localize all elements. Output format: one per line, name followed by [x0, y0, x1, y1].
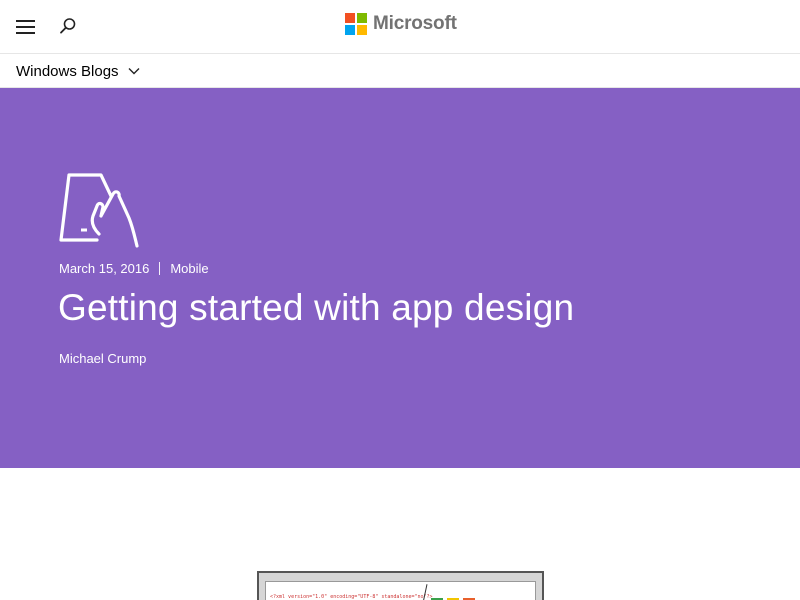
image-code-text: <?xml version="1.0" encoding="UTF-8" sta…: [270, 594, 433, 600]
post-date: March 15, 2016: [59, 261, 150, 276]
image-frame: <?xml version="1.0" encoding="UTF-8" sta…: [265, 581, 536, 600]
windows-blogs-dropdown[interactable]: Windows Blogs: [16, 54, 141, 88]
microsoft-logo[interactable]: Microsoft: [345, 12, 457, 36]
search-icon[interactable]: [56, 14, 80, 38]
mobile-tap-icon: [59, 173, 139, 248]
top-header: Microsoft: [0, 0, 800, 54]
page-title: Getting started with app design: [58, 287, 575, 328]
post-meta: March 15, 2016 Mobile: [59, 261, 209, 276]
microsoft-logo-text: Microsoft: [373, 13, 457, 34]
hamburger-menu-icon[interactable]: [14, 16, 38, 36]
microsoft-logo-grid-icon: [345, 13, 367, 35]
windows-blogs-label: Windows Blogs: [16, 62, 119, 80]
post-category-link[interactable]: Mobile: [170, 261, 208, 276]
sub-nav: Windows Blogs: [0, 54, 800, 88]
hero-banner: March 15, 2016 Mobile Getting started wi…: [0, 88, 800, 468]
chevron-down-icon: [128, 68, 140, 75]
meta-divider: [159, 262, 161, 275]
app-design-screenshot-image: <?xml version="1.0" encoding="UTF-8" sta…: [257, 571, 544, 600]
author-link[interactable]: Michael Crump: [59, 351, 146, 366]
